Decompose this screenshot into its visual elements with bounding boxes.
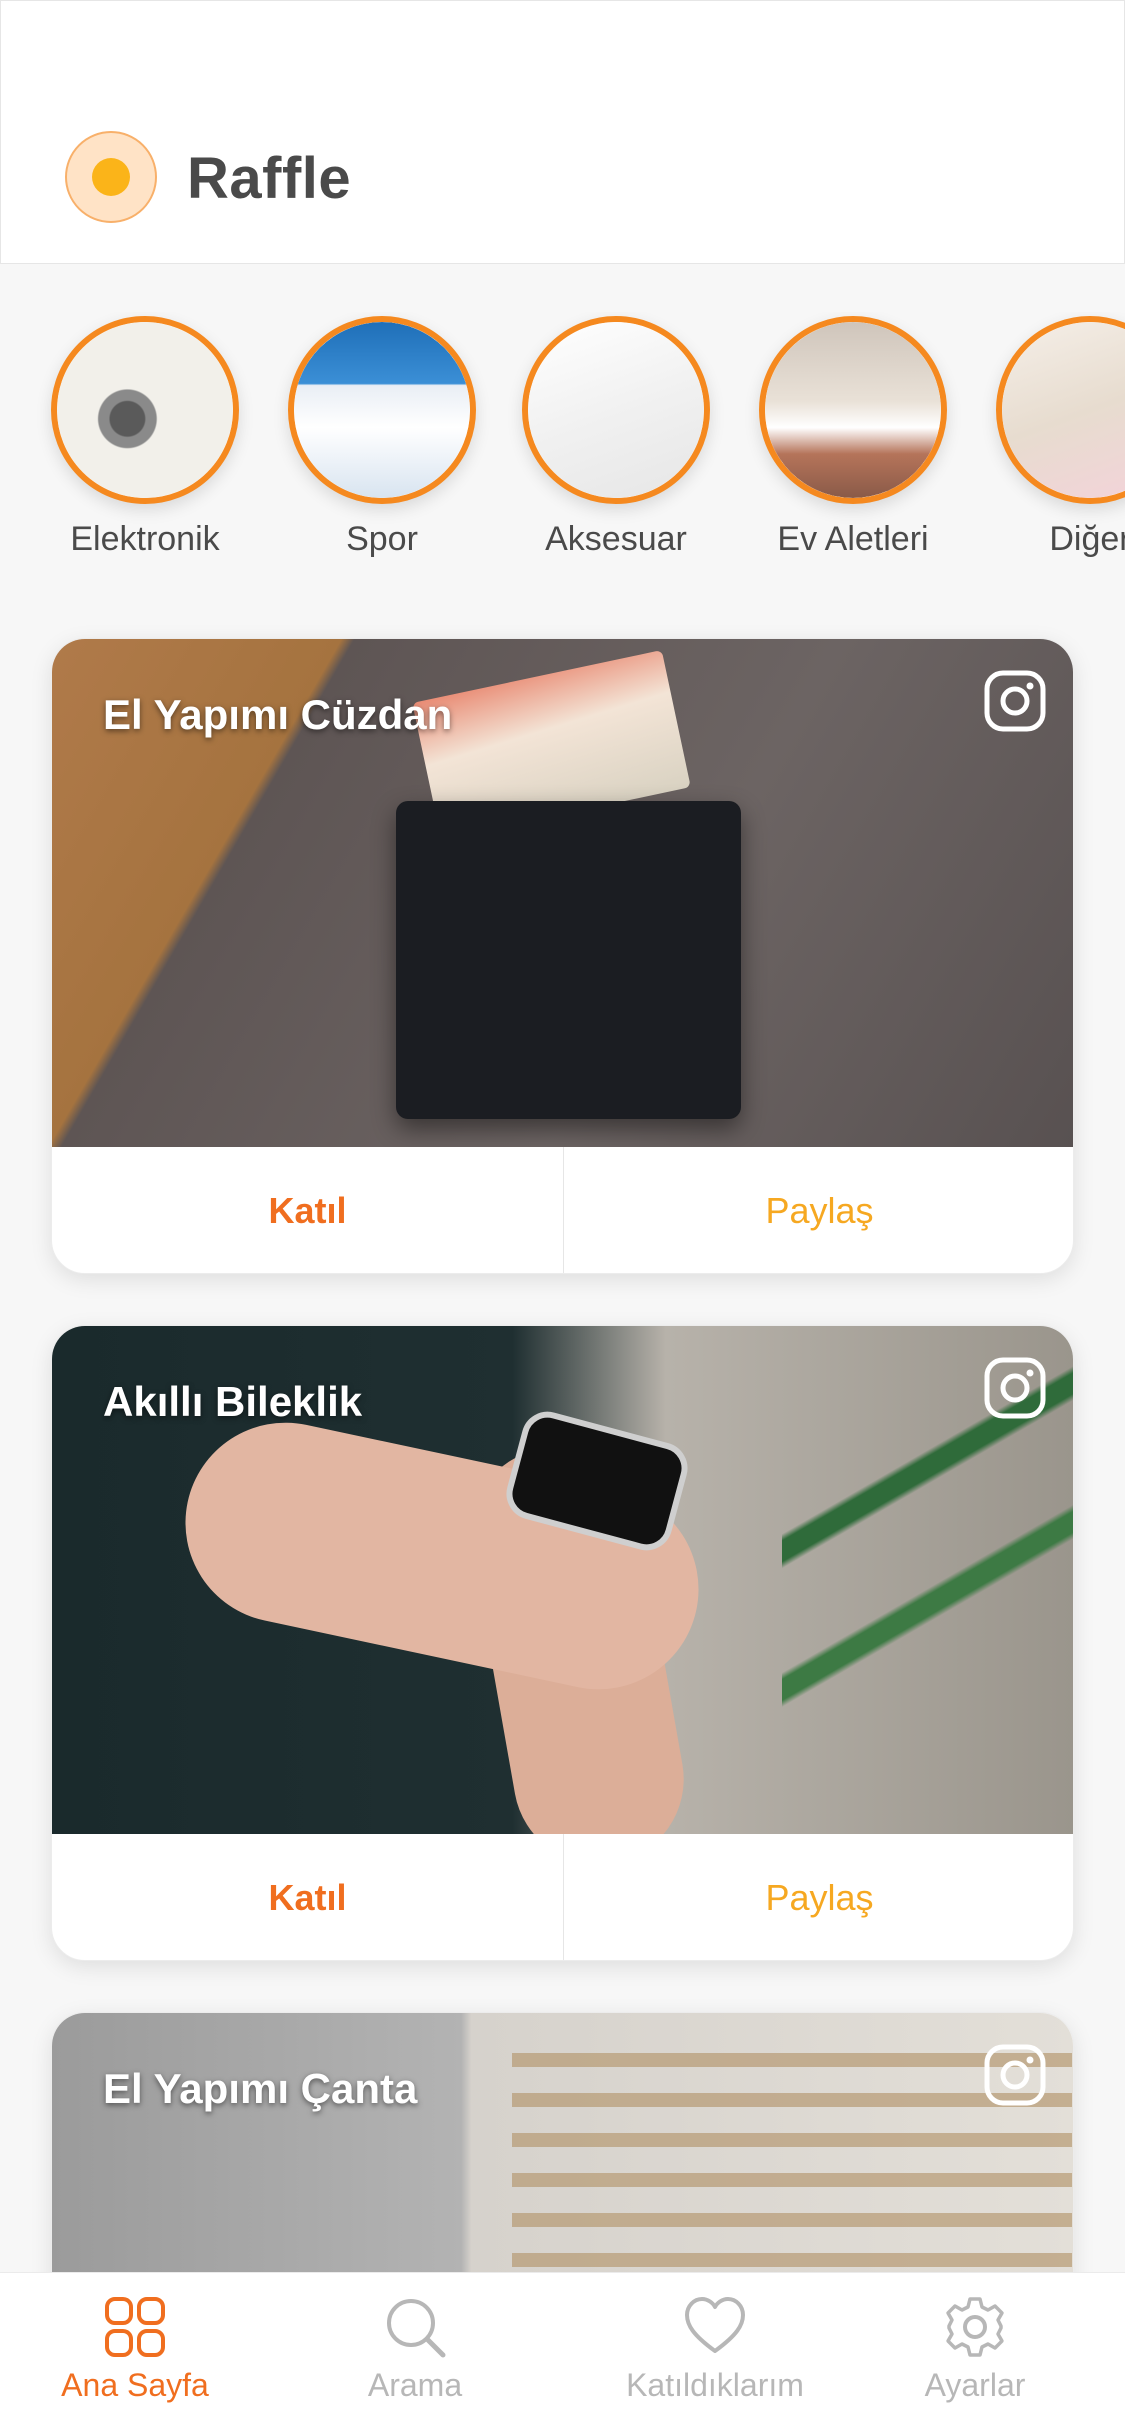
card-title: El Yapımı Çanta: [103, 2065, 418, 2112]
category-accessory[interactable]: Aksesuar: [496, 312, 736, 572]
category-home-appliances[interactable]: Ev Aletleri: [733, 312, 973, 572]
heart-icon: [685, 2297, 745, 2353]
category-sport[interactable]: Spor: [262, 312, 502, 572]
card-actions: Katıl Paylaş: [52, 1147, 1073, 1273]
category-thumbnail[interactable]: [288, 316, 476, 504]
card-image[interactable]: Akıllı Bileklik: [52, 1326, 1073, 1834]
category-list[interactable]: Elektronik Spor Aksesuar Ev Aletleri Diğ…: [0, 312, 1125, 572]
app-title: Raffle: [187, 146, 352, 211]
category-label: Elektronik: [70, 520, 220, 558]
category-electronics[interactable]: Elektronik: [25, 312, 265, 572]
wallet-image: [396, 801, 741, 1119]
tab-label: Katıldıklarım: [626, 2367, 804, 2403]
category-label: Ev Aletleri: [777, 520, 929, 558]
tab-joined[interactable]: Katıldıklarım: [610, 2295, 820, 2425]
tab-label: Arama: [367, 2367, 463, 2403]
tab-search[interactable]: Arama: [340, 2295, 490, 2425]
raffle-card[interactable]: El Yapımı Cüzdan Katıl Paylaş: [51, 638, 1074, 1274]
home-appliances-image: [765, 322, 941, 498]
instagram-icon[interactable]: [983, 669, 1047, 733]
other-image: [1002, 322, 1125, 498]
card-image[interactable]: El Yapımı Cüzdan: [52, 639, 1073, 1147]
join-button[interactable]: Katıl: [52, 1834, 564, 1960]
sport-image: [294, 322, 470, 498]
tab-home[interactable]: Ana Sayfa: [50, 2295, 220, 2425]
share-button[interactable]: Paylaş: [564, 1834, 1073, 1960]
category-thumbnail[interactable]: [51, 316, 239, 504]
card-actions: Katıl Paylaş: [52, 1834, 1073, 1960]
circle-logo-icon: [65, 131, 157, 223]
tab-label: Ayarlar: [924, 2367, 1026, 2403]
category-label: Spor: [346, 520, 418, 558]
raffle-card[interactable]: Akıllı Bileklik Katıl Paylaş: [51, 1325, 1074, 1961]
category-label: Diğer: [1049, 520, 1125, 558]
join-button[interactable]: Katıl: [52, 1147, 564, 1273]
card-title: El Yapımı Cüzdan: [103, 691, 453, 738]
bottom-tab-bar: Ana Sayfa Arama Katıldıklarım Ayarlar: [0, 2272, 1125, 2436]
logo-dot: [92, 158, 130, 196]
instagram-icon[interactable]: [983, 2043, 1047, 2107]
category-thumbnail[interactable]: [759, 316, 947, 504]
search-icon: [387, 2299, 446, 2358]
category-thumbnail[interactable]: [522, 316, 710, 504]
category-thumbnail[interactable]: [996, 316, 1125, 504]
app-header: Raffle: [0, 0, 1125, 264]
card-title: Akıllı Bileklik: [103, 1378, 363, 1425]
tab-label: Ana Sayfa: [61, 2367, 209, 2403]
shutter-slat: [512, 2173, 1072, 2187]
app-screen: Raffle Elektronik Spor Aksesuar Ev Aletl…: [0, 0, 1125, 2436]
electronics-image: [57, 322, 233, 498]
shutter-slat: [512, 2253, 1072, 2267]
shutter-slat: [512, 2213, 1072, 2227]
shutter-slat: [512, 2133, 1072, 2147]
instagram-icon[interactable]: [983, 1356, 1047, 1420]
accessory-image: [528, 322, 704, 498]
category-label: Aksesuar: [545, 520, 687, 558]
share-button[interactable]: Paylaş: [564, 1147, 1073, 1273]
tab-settings[interactable]: Ayarlar: [905, 2295, 1045, 2425]
category-other[interactable]: Diğer: [970, 312, 1125, 572]
gear-icon: [946, 2297, 1004, 2357]
grid-icon: [105, 2297, 165, 2357]
